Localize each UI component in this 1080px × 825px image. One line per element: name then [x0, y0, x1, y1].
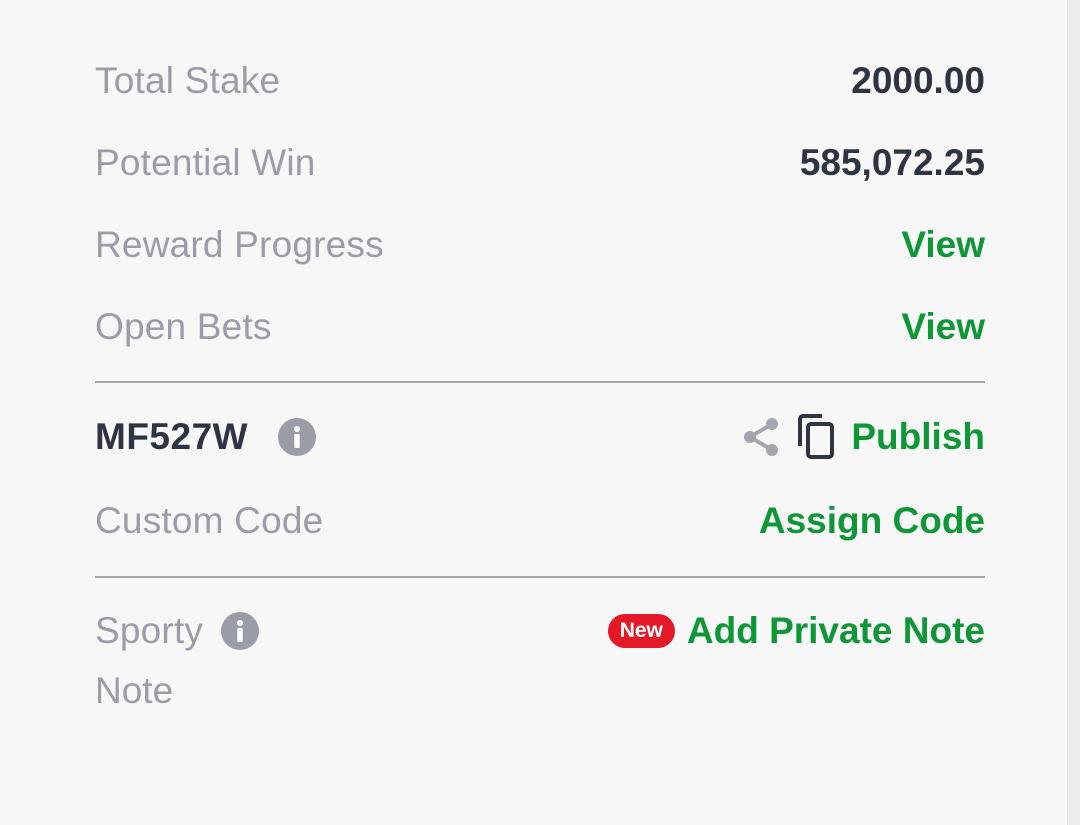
add-private-note-link[interactable]: Add Private Note: [687, 610, 985, 652]
open-bets-row: Open Bets View: [95, 297, 985, 357]
potential-win-label: Potential Win: [95, 142, 316, 183]
reward-progress-row: Reward Progress View: [95, 215, 985, 275]
booking-code: MF527W: [95, 416, 249, 457]
sporty-note-label-line2: Note: [95, 670, 174, 711]
total-stake-label: Total Stake: [95, 60, 281, 101]
custom-code-row: Custom Code Assign Code: [95, 491, 985, 551]
share-icon[interactable]: [741, 415, 781, 459]
info-icon[interactable]: [221, 612, 260, 650]
total-stake-value: 2000.00: [851, 60, 985, 101]
open-bets-label: Open Bets: [95, 306, 272, 347]
sporty-note-row: Sporty New Add Private Note: [95, 601, 985, 661]
scrollbar-track[interactable]: [1067, 0, 1080, 825]
assign-code-link[interactable]: Assign Code: [759, 500, 985, 542]
potential-win-row: Potential Win 585,072.25: [95, 133, 985, 193]
reward-progress-label: Reward Progress: [95, 224, 384, 265]
booking-code-group: MF527W: [95, 416, 317, 458]
divider: [95, 576, 985, 578]
reward-progress-view-link[interactable]: View: [901, 224, 985, 266]
custom-code-label: Custom Code: [95, 500, 324, 541]
booking-code-row: MF527W Publish: [95, 407, 985, 467]
total-stake-row: Total Stake 2000.00: [95, 51, 985, 111]
sporty-note-label-line1: Sporty: [95, 610, 204, 651]
private-note-actions: New Add Private Note: [607, 610, 985, 652]
potential-win-value: 585,072.25: [799, 142, 985, 183]
publish-link[interactable]: Publish: [851, 416, 985, 458]
copy-icon[interactable]: [795, 413, 837, 461]
open-bets-view-link[interactable]: View: [901, 306, 985, 348]
booking-actions: Publish: [741, 413, 985, 461]
sporty-note-label-group: Sporty: [95, 610, 260, 652]
info-icon[interactable]: [278, 418, 317, 456]
new-badge: New: [607, 614, 675, 648]
divider: [95, 381, 985, 383]
